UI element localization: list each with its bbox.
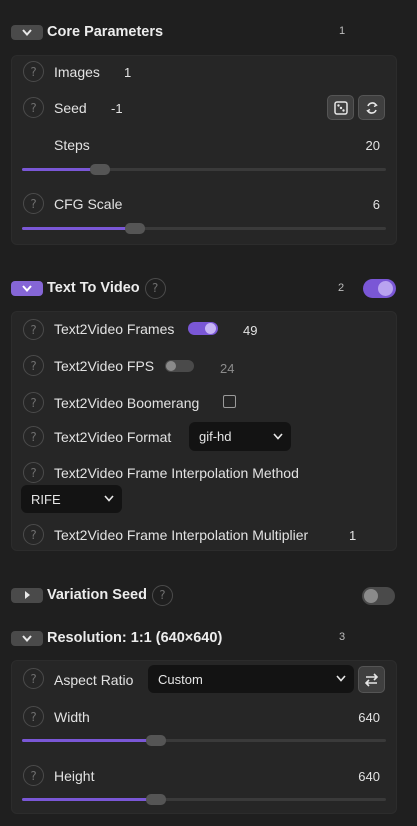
t2v-interp-multiplier-value[interactable]: 1 [349, 528, 356, 543]
chevron-right-icon [24, 591, 30, 599]
dice-icon [333, 100, 348, 115]
chevron-down-icon [22, 284, 32, 292]
help-icon[interactable]: ? [23, 355, 44, 376]
cfg-scale-slider-handle[interactable] [125, 223, 145, 234]
images-value[interactable]: 1 [124, 65, 131, 80]
t2v-format-select[interactable]: gif-hd [189, 422, 291, 451]
aspect-ratio-label: Aspect Ratio [54, 672, 134, 688]
width-slider-fill [22, 739, 157, 742]
height-value[interactable]: 640 [358, 769, 380, 784]
help-icon[interactable]: ? [23, 392, 44, 413]
recycle-icon [365, 101, 378, 114]
help-icon[interactable]: ? [23, 524, 44, 545]
cfg-scale-slider-fill [22, 227, 132, 230]
seed-label: Seed [54, 100, 87, 116]
variation-seed-enable-toggle[interactable] [362, 587, 395, 605]
toggle-knob [205, 323, 216, 334]
seed-value[interactable]: -1 [111, 101, 123, 116]
help-icon[interactable]: ? [23, 319, 44, 340]
help-icon[interactable]: ? [23, 61, 44, 82]
t2v-interp-method-select[interactable]: RIFE [21, 485, 122, 513]
t2v-fps-value[interactable]: 24 [220, 361, 234, 376]
core-collapse-button[interactable] [11, 24, 43, 40]
width-value[interactable]: 640 [358, 710, 380, 725]
help-icon[interactable]: ? [23, 462, 44, 483]
t2v-interp-method-selected: RIFE [31, 491, 61, 507]
resolution-panel: ? Aspect Ratio Custom ? Width 640 ? Heig… [11, 660, 397, 814]
t2v-format-selected: gif-hd [199, 429, 232, 444]
chevron-down-icon [22, 28, 32, 36]
toggle-knob [378, 281, 393, 296]
reuse-seed-button[interactable] [358, 95, 385, 120]
t2v-frames-toggle[interactable] [188, 322, 218, 335]
help-icon[interactable]: ? [23, 426, 44, 447]
steps-slider[interactable] [22, 164, 386, 175]
swap-dimensions-button[interactable] [358, 666, 385, 693]
variation-seed-header[interactable]: Variation Seed ? [11, 584, 173, 606]
help-icon[interactable]: ? [23, 668, 44, 689]
steps-slider-handle[interactable] [90, 164, 110, 175]
chevron-down-icon [22, 634, 32, 642]
steps-value[interactable]: 20 [366, 138, 380, 153]
swap-icon [364, 672, 379, 687]
toggle-knob [364, 589, 378, 603]
t2v-frames-label: Text2Video Frames [54, 321, 175, 337]
images-label: Images [54, 64, 100, 80]
t2v-fps-label: Text2Video FPS [54, 358, 155, 374]
chevron-down-icon [336, 675, 346, 682]
core-parameters-header[interactable]: Core Parameters [11, 24, 163, 40]
aspect-ratio-select[interactable]: Custom [148, 665, 354, 693]
text-to-video-panel: ? Text2Video Frames 49 ? Text2Video FPS … [11, 311, 397, 551]
height-slider-handle[interactable] [146, 794, 166, 805]
width-slider-handle[interactable] [146, 735, 166, 746]
text-to-video-enable-toggle[interactable] [363, 279, 396, 298]
cfg-scale-label: CFG Scale [54, 196, 123, 212]
width-label: Width [54, 709, 90, 725]
help-icon[interactable]: ? [23, 97, 44, 118]
t2v-boomerang-checkbox[interactable] [223, 395, 236, 408]
resolution-header[interactable]: Resolution: 1:1 (640×640) [11, 630, 222, 646]
t2v-frames-value[interactable]: 49 [243, 323, 257, 338]
core-section-number: 1 [339, 25, 346, 37]
t2v-format-label: Text2Video Format [54, 429, 172, 445]
resolution-collapse-button[interactable] [11, 630, 43, 646]
t2v-interp-method-label: Text2Video Frame Interpolation Method [54, 465, 299, 481]
t2v-boomerang-label: Text2Video Boomerang [54, 395, 200, 411]
variation-seed-expand-button[interactable] [11, 587, 43, 603]
resolution-section-number: 3 [339, 631, 346, 643]
height-slider[interactable] [22, 794, 386, 805]
core-parameters-title: Core Parameters [47, 24, 164, 40]
help-icon[interactable]: ? [23, 193, 44, 214]
help-icon[interactable]: ? [23, 765, 44, 786]
chevron-down-icon [104, 495, 114, 502]
toggle-knob [166, 361, 176, 371]
width-slider[interactable] [22, 735, 386, 746]
text-to-video-collapse-button[interactable] [11, 280, 43, 296]
variation-seed-title: Variation Seed [47, 587, 147, 603]
steps-label: Steps [54, 137, 90, 153]
t2v-fps-toggle[interactable] [165, 360, 194, 372]
chevron-down-icon [273, 432, 283, 440]
help-icon[interactable]: ? [151, 584, 173, 606]
resolution-title: Resolution: 1:1 (640×640) [47, 630, 223, 646]
help-icon[interactable]: ? [144, 277, 166, 299]
t2v-interp-multiplier-label: Text2Video Frame Interpolation Multiplie… [54, 527, 309, 543]
cfg-scale-value[interactable]: 6 [373, 197, 380, 212]
random-seed-button[interactable] [327, 95, 354, 120]
text-to-video-title: Text To Video [47, 280, 140, 296]
text-to-video-section-number: 2 [338, 282, 345, 294]
height-slider-fill [22, 798, 157, 801]
aspect-ratio-selected: Custom [158, 671, 203, 687]
help-icon[interactable]: ? [23, 706, 44, 727]
height-label: Height [54, 768, 95, 784]
cfg-scale-slider[interactable] [22, 223, 386, 234]
core-parameters-panel: ? Images 1 ? Seed -1 Steps 20 ? CFG Scal… [11, 55, 397, 245]
text-to-video-header[interactable]: Text To Video ? [11, 277, 166, 299]
